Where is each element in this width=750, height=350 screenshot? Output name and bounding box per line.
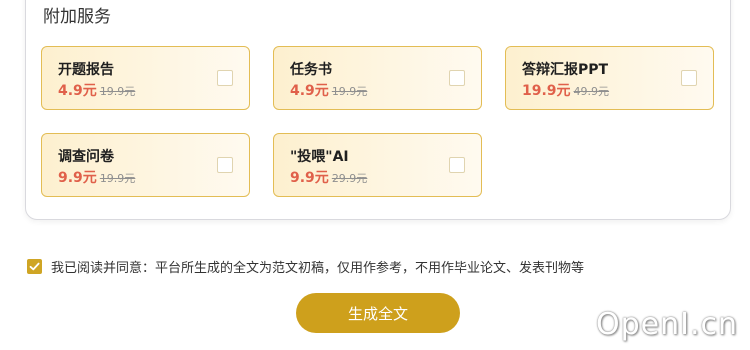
service-checkbox[interactable]: [449, 70, 465, 86]
service-option-feed-ai[interactable]: "投喂"AI 9.9元 29.9元: [273, 133, 482, 197]
section-title: 附加服务: [43, 7, 111, 27]
current-price: 4.9元: [58, 83, 97, 99]
service-name: 调查问卷: [58, 149, 114, 165]
service-checkbox[interactable]: [681, 70, 697, 86]
price-row: 4.9元 19.9元: [58, 81, 135, 101]
service-checkbox[interactable]: [449, 157, 465, 173]
agreement-text: 我已阅读并同意：平台所生成的全文为范文初稿，仅用作参考，不用作毕业论文、发表刊物…: [51, 261, 585, 276]
original-price: 19.9元: [331, 85, 368, 98]
service-name: 任务书: [290, 62, 332, 78]
original-price: 19.9元: [99, 172, 136, 185]
current-price: 9.9元: [58, 170, 97, 186]
price-row: 4.9元 19.9元: [290, 81, 367, 101]
price-row: 19.9元 49.9元: [522, 81, 609, 101]
service-option-defense-ppt[interactable]: 答辩汇报PPT 19.9元 49.9元: [505, 46, 714, 110]
price-row: 9.9元 29.9元: [290, 168, 367, 188]
service-name: "投喂"AI: [290, 149, 349, 165]
service-option-questionnaire[interactable]: 调查问卷 9.9元 19.9元: [41, 133, 250, 197]
service-option-task-book[interactable]: 任务书 4.9元 19.9元: [273, 46, 482, 110]
service-checkbox[interactable]: [217, 70, 233, 86]
current-price: 4.9元: [290, 83, 329, 99]
generate-full-text-button[interactable]: 生成全文: [296, 293, 460, 333]
original-price: 29.9元: [331, 172, 368, 185]
watermark-logo: OpenI.cn: [595, 307, 738, 342]
service-name: 开题报告: [58, 62, 114, 78]
current-price: 9.9元: [290, 170, 329, 186]
service-checkbox[interactable]: [217, 157, 233, 173]
service-name: 答辩汇报PPT: [522, 62, 609, 78]
service-option-proposal[interactable]: 开题报告 4.9元 19.9元: [41, 46, 250, 110]
agreement-checkbox[interactable]: [27, 259, 42, 274]
price-row: 9.9元 19.9元: [58, 168, 135, 188]
original-price: 49.9元: [573, 85, 610, 98]
agreement-row: 我已阅读并同意：平台所生成的全文为范文初稿，仅用作参考，不用作毕业论文、发表刊物…: [27, 257, 584, 276]
current-price: 19.9元: [522, 83, 571, 99]
original-price: 19.9元: [99, 85, 136, 98]
page: 附加服务 开题报告 4.9元 19.9元 任务书 4.9元 19.9元 答辩汇报PP…: [0, 0, 750, 350]
checkmark-icon: [29, 262, 40, 271]
